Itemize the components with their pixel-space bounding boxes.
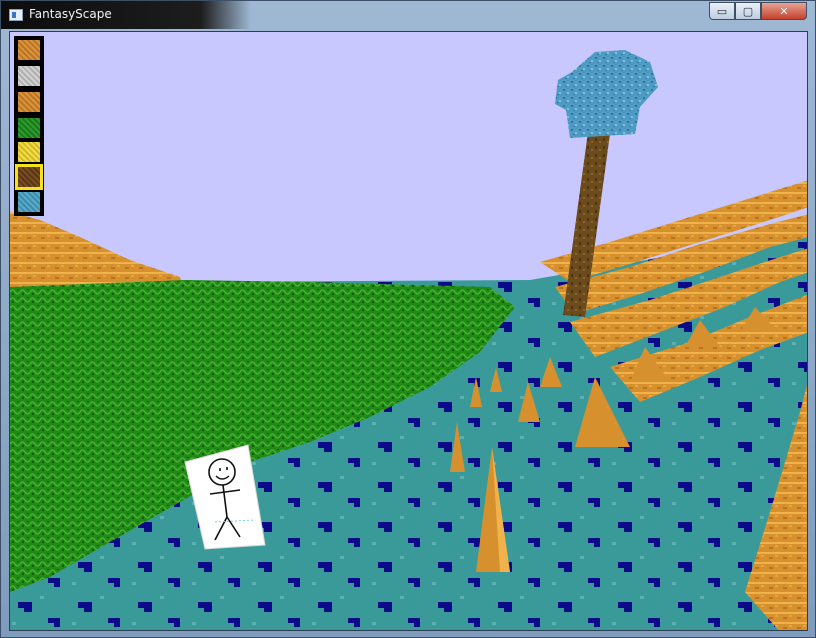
game-window: FantasyScape ▭ ▢ ✕ <box>0 0 816 638</box>
title-bar[interactable]: FantasyScape ▭ ▢ ✕ <box>1 1 815 29</box>
block-hotbar <box>14 36 44 216</box>
hotbar-slot-sand-2[interactable] <box>18 92 40 112</box>
hotbar-slot-stone[interactable] <box>18 66 40 86</box>
minimize-button[interactable]: ▭ <box>709 2 735 20</box>
app-icon <box>9 9 23 21</box>
hotbar-slot-sand[interactable] <box>18 40 40 60</box>
maximize-button[interactable]: ▢ <box>735 2 761 20</box>
window-title: FantasyScape <box>29 7 112 21</box>
world-scene <box>10 32 807 630</box>
window-controls: ▭ ▢ ✕ <box>709 2 807 20</box>
game-viewport[interactable] <box>9 31 808 631</box>
hotbar-slot-gold[interactable] <box>18 142 40 162</box>
hotbar-slot-water[interactable] <box>18 192 40 212</box>
hotbar-slot-wood-selected[interactable] <box>15 164 43 190</box>
close-button[interactable]: ✕ <box>761 2 807 20</box>
hotbar-slot-leaves[interactable] <box>18 118 40 138</box>
